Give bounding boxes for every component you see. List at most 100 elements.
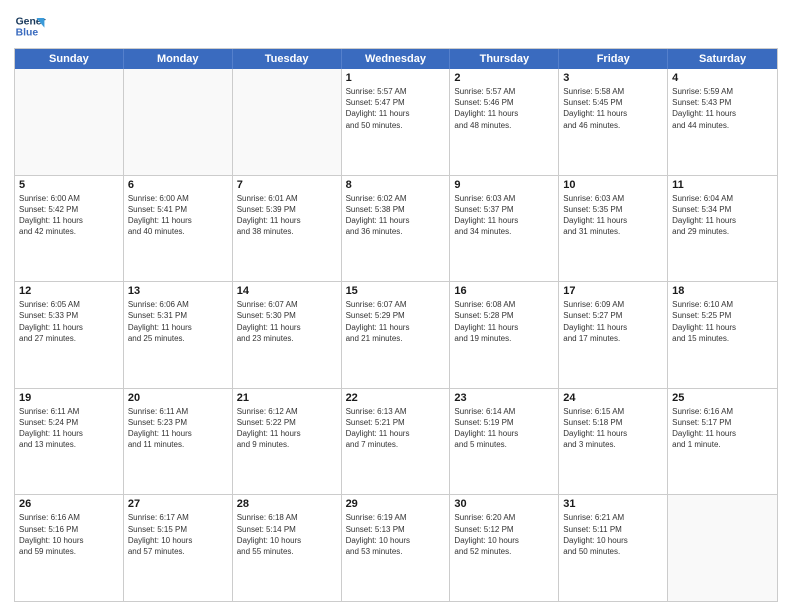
- day-number: 17: [563, 285, 663, 297]
- day-number: 26: [19, 498, 119, 510]
- day-info: Sunrise: 6:10 AM Sunset: 5:25 PM Dayligh…: [672, 299, 773, 344]
- day-number: 7: [237, 179, 337, 191]
- day-cell: 24 Sunrise: 6:15 AM Sunset: 5:18 PM Dayli…: [559, 389, 668, 495]
- day-info: Sunrise: 6:09 AM Sunset: 5:27 PM Dayligh…: [563, 299, 663, 344]
- calendar: SundayMondayTuesdayWednesdayThursdayFrid…: [14, 48, 778, 602]
- day-headers-row: SundayMondayTuesdayWednesdayThursdayFrid…: [15, 49, 777, 69]
- day-cell: 28 Sunrise: 6:18 AM Sunset: 5:14 PM Dayli…: [233, 495, 342, 601]
- day-number: 20: [128, 392, 228, 404]
- day-number: 3: [563, 72, 663, 84]
- day-cell: 4 Sunrise: 5:59 AM Sunset: 5:43 PM Daylig…: [668, 69, 777, 175]
- header: General Blue: [14, 10, 778, 42]
- day-info: Sunrise: 6:02 AM Sunset: 5:38 PM Dayligh…: [346, 193, 446, 238]
- day-cell: 31 Sunrise: 6:21 AM Sunset: 5:11 PM Dayli…: [559, 495, 668, 601]
- day-cell: 30 Sunrise: 6:20 AM Sunset: 5:12 PM Dayli…: [450, 495, 559, 601]
- day-number: 31: [563, 498, 663, 510]
- day-info: Sunrise: 5:57 AM Sunset: 5:46 PM Dayligh…: [454, 86, 554, 131]
- day-header-sunday: Sunday: [15, 49, 124, 69]
- day-number: 2: [454, 72, 554, 84]
- day-cell: 26 Sunrise: 6:16 AM Sunset: 5:16 PM Dayli…: [15, 495, 124, 601]
- day-cell: 22 Sunrise: 6:13 AM Sunset: 5:21 PM Dayli…: [342, 389, 451, 495]
- day-cell: 13 Sunrise: 6:06 AM Sunset: 5:31 PM Dayli…: [124, 282, 233, 388]
- day-cell: 1Sunrise: 5:57 AM Sunset: 5:47 PM Daylig…: [342, 69, 451, 175]
- day-info: Sunrise: 5:57 AM Sunset: 5:47 PM Dayligh…: [346, 86, 446, 131]
- day-number: 28: [237, 498, 337, 510]
- day-info: Sunrise: 6:21 AM Sunset: 5:11 PM Dayligh…: [563, 512, 663, 557]
- day-number: 19: [19, 392, 119, 404]
- day-cell: 25 Sunrise: 6:16 AM Sunset: 5:17 PM Dayli…: [668, 389, 777, 495]
- day-info: Sunrise: 6:04 AM Sunset: 5:34 PM Dayligh…: [672, 193, 773, 238]
- day-header-thursday: Thursday: [450, 49, 559, 69]
- day-number: 21: [237, 392, 337, 404]
- week-row-1: 1Sunrise: 5:57 AM Sunset: 5:47 PM Daylig…: [15, 69, 777, 176]
- day-info: Sunrise: 6:11 AM Sunset: 5:23 PM Dayligh…: [128, 406, 228, 451]
- day-number: 23: [454, 392, 554, 404]
- day-number: 12: [19, 285, 119, 297]
- day-info: Sunrise: 6:19 AM Sunset: 5:13 PM Dayligh…: [346, 512, 446, 557]
- day-info: Sunrise: 6:00 AM Sunset: 5:42 PM Dayligh…: [19, 193, 119, 238]
- day-number: 13: [128, 285, 228, 297]
- day-info: Sunrise: 5:59 AM Sunset: 5:43 PM Dayligh…: [672, 86, 773, 131]
- day-cell: 8Sunrise: 6:02 AM Sunset: 5:38 PM Daylig…: [342, 176, 451, 282]
- day-cell: 5 Sunrise: 6:00 AM Sunset: 5:42 PM Daylig…: [15, 176, 124, 282]
- day-header-tuesday: Tuesday: [233, 49, 342, 69]
- day-number: 16: [454, 285, 554, 297]
- day-cell: 12 Sunrise: 6:05 AM Sunset: 5:33 PM Dayli…: [15, 282, 124, 388]
- day-info: Sunrise: 6:07 AM Sunset: 5:29 PM Dayligh…: [346, 299, 446, 344]
- day-header-saturday: Saturday: [668, 49, 777, 69]
- day-cell: [668, 495, 777, 601]
- day-info: Sunrise: 6:16 AM Sunset: 5:16 PM Dayligh…: [19, 512, 119, 557]
- day-info: Sunrise: 6:03 AM Sunset: 5:35 PM Dayligh…: [563, 193, 663, 238]
- day-cell: 14 Sunrise: 6:07 AM Sunset: 5:30 PM Dayli…: [233, 282, 342, 388]
- day-number: 14: [237, 285, 337, 297]
- day-info: Sunrise: 6:08 AM Sunset: 5:28 PM Dayligh…: [454, 299, 554, 344]
- day-info: Sunrise: 6:17 AM Sunset: 5:15 PM Dayligh…: [128, 512, 228, 557]
- day-number: 29: [346, 498, 446, 510]
- day-cell: 18 Sunrise: 6:10 AM Sunset: 5:25 PM Dayli…: [668, 282, 777, 388]
- day-info: Sunrise: 6:05 AM Sunset: 5:33 PM Dayligh…: [19, 299, 119, 344]
- day-info: Sunrise: 6:03 AM Sunset: 5:37 PM Dayligh…: [454, 193, 554, 238]
- day-number: 27: [128, 498, 228, 510]
- week-row-5: 26 Sunrise: 6:16 AM Sunset: 5:16 PM Dayli…: [15, 495, 777, 601]
- day-cell: 16 Sunrise: 6:08 AM Sunset: 5:28 PM Dayli…: [450, 282, 559, 388]
- svg-text:Blue: Blue: [16, 28, 39, 39]
- day-cell: 19 Sunrise: 6:11 AM Sunset: 5:24 PM Dayli…: [15, 389, 124, 495]
- day-header-friday: Friday: [559, 49, 668, 69]
- day-cell: 15 Sunrise: 6:07 AM Sunset: 5:29 PM Dayli…: [342, 282, 451, 388]
- logo-icon: General Blue: [14, 10, 46, 42]
- day-number: 9: [454, 179, 554, 191]
- day-cell: 23Sunrise: 6:14 AM Sunset: 5:19 PM Dayli…: [450, 389, 559, 495]
- day-cell: 9 Sunrise: 6:03 AM Sunset: 5:37 PM Daylig…: [450, 176, 559, 282]
- day-cell: 17 Sunrise: 6:09 AM Sunset: 5:27 PM Dayli…: [559, 282, 668, 388]
- day-number: 5: [19, 179, 119, 191]
- day-info: Sunrise: 6:06 AM Sunset: 5:31 PM Dayligh…: [128, 299, 228, 344]
- day-number: 18: [672, 285, 773, 297]
- day-number: 11: [672, 179, 773, 191]
- day-cell: 11 Sunrise: 6:04 AM Sunset: 5:34 PM Dayli…: [668, 176, 777, 282]
- day-info: Sunrise: 6:13 AM Sunset: 5:21 PM Dayligh…: [346, 406, 446, 451]
- day-info: Sunrise: 6:18 AM Sunset: 5:14 PM Dayligh…: [237, 512, 337, 557]
- day-header-monday: Monday: [124, 49, 233, 69]
- day-info: Sunrise: 6:20 AM Sunset: 5:12 PM Dayligh…: [454, 512, 554, 557]
- day-number: 4: [672, 72, 773, 84]
- page: General Blue SundayMondayTuesdayWednesda…: [0, 0, 792, 612]
- day-number: 25: [672, 392, 773, 404]
- day-cell: 2 Sunrise: 5:57 AM Sunset: 5:46 PM Daylig…: [450, 69, 559, 175]
- day-number: 22: [346, 392, 446, 404]
- day-number: 30: [454, 498, 554, 510]
- day-number: 24: [563, 392, 663, 404]
- day-info: Sunrise: 6:00 AM Sunset: 5:41 PM Dayligh…: [128, 193, 228, 238]
- day-cell: 20 Sunrise: 6:11 AM Sunset: 5:23 PM Dayli…: [124, 389, 233, 495]
- day-cell: 21Sunrise: 6:12 AM Sunset: 5:22 PM Dayli…: [233, 389, 342, 495]
- day-info: Sunrise: 6:07 AM Sunset: 5:30 PM Dayligh…: [237, 299, 337, 344]
- day-header-wednesday: Wednesday: [342, 49, 451, 69]
- day-info: Sunrise: 6:11 AM Sunset: 5:24 PM Dayligh…: [19, 406, 119, 451]
- day-number: 15: [346, 285, 446, 297]
- day-info: Sunrise: 6:15 AM Sunset: 5:18 PM Dayligh…: [563, 406, 663, 451]
- day-info: Sunrise: 5:58 AM Sunset: 5:45 PM Dayligh…: [563, 86, 663, 131]
- day-cell: 7Sunrise: 6:01 AM Sunset: 5:39 PM Daylig…: [233, 176, 342, 282]
- day-number: 6: [128, 179, 228, 191]
- day-info: Sunrise: 6:16 AM Sunset: 5:17 PM Dayligh…: [672, 406, 773, 451]
- logo: General Blue: [14, 10, 46, 42]
- day-cell: 29 Sunrise: 6:19 AM Sunset: 5:13 PM Dayli…: [342, 495, 451, 601]
